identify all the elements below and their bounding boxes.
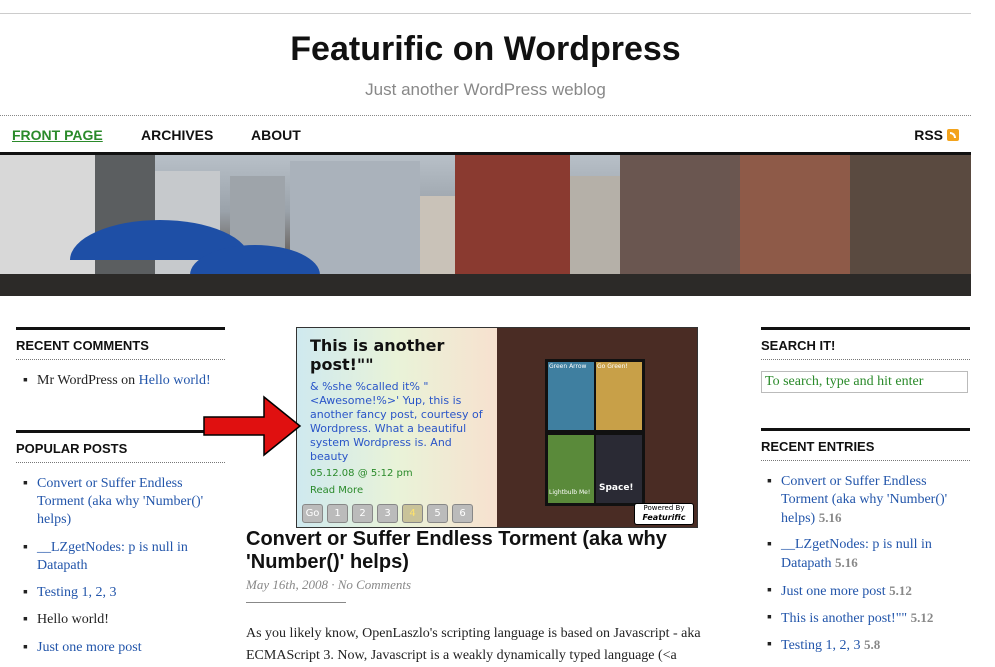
recent-entry-date: 5.16 — [835, 555, 858, 570]
comic-caption-4: Space! — [599, 483, 634, 493]
comic-caption-3: Lightbulb Me! — [549, 489, 591, 496]
recent-entry-link[interactable]: This is another post!"" — [781, 611, 907, 626]
recent-comments-divider — [16, 359, 225, 360]
nav-archives[interactable]: ARCHIVES — [141, 127, 213, 143]
recent-entry-date: 5.16 — [818, 510, 842, 525]
header-banner-image — [0, 155, 971, 296]
featurific-slideshow[interactable]: This is another post!"" & %she %called i… — [296, 327, 698, 528]
search-heading: SEARCH IT! — [761, 327, 970, 353]
featurific-text-panel: This is another post!"" & %she %called i… — [297, 328, 497, 527]
post-meta: May 16th, 2008 · No Comments — [246, 577, 412, 592]
popular-posts-divider — [16, 462, 225, 463]
popular-post-link[interactable]: Just one more post — [37, 639, 142, 657]
recent-entry-date: 5.8 — [864, 637, 881, 652]
post-title[interactable]: Convert or Suffer Endless Torment (aka w… — [246, 528, 736, 574]
post-comments-link[interactable]: No Comments — [338, 577, 411, 592]
popular-post-link[interactable]: Convert or Suffer Endless Torment (aka w… — [37, 475, 227, 529]
search-input[interactable]: To search, type and hit enter — [761, 371, 968, 393]
powered-by-featurific-badge[interactable]: Powered By Featurific — [634, 503, 694, 525]
recent-entry-link[interactable]: Just one more post — [781, 584, 886, 599]
post-date: May 16th, 2008 — [246, 577, 328, 592]
recent-entry-link[interactable]: Convert or Suffer Endless Torment (aka w… — [781, 474, 947, 526]
comic-caption-2: Go Green! — [597, 363, 628, 370]
featurific-slide-4-button[interactable]: 4 — [402, 504, 423, 523]
header-dotted-divider — [0, 115, 971, 116]
comic-caption-1: Green Arrow — [549, 363, 587, 370]
powered-by-brand: Featurific — [642, 513, 686, 522]
featurific-body: & %she %called it% "<Awesome!%>' Yup, th… — [310, 380, 483, 463]
powered-by-label: Powered By — [643, 504, 685, 512]
nav-front-page[interactable]: FRONT PAGE — [12, 127, 103, 143]
featurific-go-button[interactable]: Go — [302, 504, 323, 523]
featurific-slide-5-button[interactable]: 5 — [427, 504, 448, 523]
featurific-date: 05.12.08 @ 5:12 pm — [310, 468, 413, 479]
recent-entries-divider — [761, 460, 970, 461]
nav-about[interactable]: ABOUT — [251, 127, 301, 143]
featurific-slide-1-button[interactable]: 1 — [327, 504, 348, 523]
red-arrow-icon — [203, 395, 302, 457]
comment-author: Mr WordPress — [37, 373, 118, 388]
rss-label: RSS — [914, 127, 943, 143]
main-nav: FRONT PAGE ARCHIVES ABOUT RSS — [0, 124, 971, 148]
top-divider — [0, 13, 971, 14]
popular-post-link[interactable]: __LZgetNodes: p is null in Datapath — [37, 539, 217, 575]
featurific-comic-image: Green Arrow Go Green! Lightbulb Me! Spac… — [545, 359, 645, 506]
featurific-slide-3-button[interactable]: 3 — [377, 504, 398, 523]
popular-post-text: Hello world! — [37, 612, 109, 627]
recent-entry-date: 5.12 — [910, 610, 934, 625]
featurific-read-more[interactable]: Read More — [310, 485, 363, 496]
featurific-slide-2-button[interactable]: 2 — [352, 504, 373, 523]
post-divider — [246, 602, 346, 603]
popular-post-link[interactable]: Testing 1, 2, 3 — [37, 584, 117, 602]
featurific-slide-6-button[interactable]: 6 — [452, 504, 473, 523]
comment-post-link[interactable]: Hello world! — [139, 373, 211, 388]
recent-entry-link[interactable]: Testing 1, 2, 3 — [781, 638, 861, 653]
post-excerpt: As you likely know, OpenLaszlo's scripti… — [246, 626, 701, 663]
rss-icon — [947, 129, 959, 141]
recent-entries-heading: RECENT ENTRIES — [761, 428, 970, 454]
popular-posts-heading: POPULAR POSTS — [16, 430, 225, 456]
featurific-title: This is another post!"" — [310, 336, 445, 374]
recent-entry-date: 5.12 — [889, 583, 912, 598]
rss-link[interactable]: RSS — [914, 127, 959, 143]
site-description: Just another WordPress weblog — [365, 80, 606, 99]
search-divider — [761, 359, 970, 360]
site-title[interactable]: Featurific on Wordpress — [0, 30, 971, 69]
comment-on: on — [121, 373, 136, 388]
recent-comments-heading: RECENT COMMENTS — [16, 327, 225, 353]
